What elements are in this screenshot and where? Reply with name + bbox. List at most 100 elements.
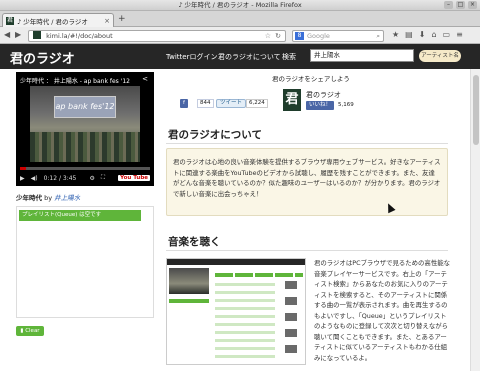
clipboard-icon[interactable]: ▤ xyxy=(405,30,413,39)
tab-label: ♪ 少年時代 / 君のラジオ xyxy=(17,17,88,26)
screenshot-row xyxy=(215,299,275,302)
site-identity-icon[interactable] xyxy=(33,31,41,39)
stage-screen: ap bank fes'12 xyxy=(54,96,116,118)
youtube-logo[interactable]: You Tube xyxy=(118,175,150,181)
playlist-panel: プレイリスト(Queue) は空です xyxy=(16,206,154,318)
about-text: 君のラジオは心地の良い音楽体験を提供するブラウザ専用ウェブサービス。好きなアーテ… xyxy=(173,158,441,198)
facebook-share-button[interactable]: f xyxy=(180,99,188,108)
screenshot-thumb xyxy=(285,297,297,305)
facebook-share-count: 844 xyxy=(197,99,214,108)
screenshot-row xyxy=(215,339,275,342)
back-icon[interactable]: ◀ xyxy=(4,30,10,39)
screenshot-row xyxy=(215,355,275,358)
screenshot-thumb xyxy=(285,345,297,353)
tab-close-icon[interactable]: × xyxy=(104,17,110,25)
play-icon[interactable]: ▶ xyxy=(20,175,25,182)
new-tab-button[interactable]: + xyxy=(118,14,126,24)
screenshot-row xyxy=(215,307,275,310)
search-icon[interactable]: ⌕ xyxy=(376,31,380,41)
search-label: 検索 xyxy=(282,53,296,61)
artist-search-button[interactable]: アーティスト名 xyxy=(419,50,461,62)
search-placeholder: Google xyxy=(307,32,330,40)
fullscreen-icon[interactable]: ⛶ xyxy=(101,174,105,182)
tweet-button[interactable]: ツイート xyxy=(216,99,247,108)
screenshot-row xyxy=(215,315,275,318)
chat-icon[interactable]: ▭ xyxy=(443,30,451,39)
clear-label: Clear xyxy=(25,328,40,334)
time-display: 0:12 / 3:45 xyxy=(43,174,77,182)
video-title[interactable]: 少年時代 ： 井上陽水 - ap bank fes '12 xyxy=(20,76,130,85)
minimize-icon[interactable]: – xyxy=(444,1,453,9)
share-title: 君のラジオをシェアしよう xyxy=(272,75,350,83)
share-icon[interactable]: < xyxy=(142,75,148,83)
screenshot-tabs xyxy=(215,273,303,277)
volume-icon[interactable]: ◀) xyxy=(31,175,38,182)
by-label: by xyxy=(44,194,53,202)
video-player[interactable]: 少年時代 ： 井上陽水 - ap bank fes '12 < ap bank … xyxy=(16,72,154,186)
video-frame[interactable]: ap bank fes'12 xyxy=(30,86,140,162)
app-screenshot-image xyxy=(166,258,306,365)
screenshot-row xyxy=(215,291,275,294)
playlist-queue-button[interactable]: プレイリスト(Queue) は空です xyxy=(19,210,141,221)
artist-link[interactable]: 井上陽水 xyxy=(54,194,80,202)
google-engine-icon[interactable]: 8 xyxy=(295,32,304,40)
site-favicon-icon: 君 xyxy=(6,16,14,25)
player-controls: ▶ ◀) 0:12 / 3:45 ⚙ ⛶ You Tube xyxy=(20,173,150,183)
divider xyxy=(166,250,448,251)
tab-active[interactable]: 君 ♪ 少年時代 / 君のラジオ × xyxy=(2,13,114,27)
downloads-icon[interactable]: ⬇ xyxy=(419,30,426,39)
url-bar[interactable]: kimi.la/#!/doc/about ☆ ↻ xyxy=(28,30,286,42)
artist-search-input[interactable]: 井上陽水 xyxy=(310,49,414,62)
trash-icon: ▮ xyxy=(20,328,24,334)
browser-search-input[interactable]: 8 Google ⌕ xyxy=(292,30,384,42)
screenshot-row xyxy=(215,283,275,286)
site-name-label[interactable]: 君のラジオ xyxy=(306,90,341,100)
site-header: 君のラジオ Twitterログイン 君のラジオについて 検索 井上陽水 アーティ… xyxy=(0,44,480,69)
about-link[interactable]: 君のラジオについて xyxy=(218,52,281,62)
screenshot-row xyxy=(215,347,275,350)
share-box: 君のラジオをシェアしよう f 844 ツイート 6,224 君 君のラジオ いい… xyxy=(164,72,450,114)
screenshot-thumb xyxy=(285,281,297,289)
maximize-icon[interactable]: □ xyxy=(456,1,465,9)
like-button[interactable]: いいね！ xyxy=(306,101,335,110)
about-heading: 君のラジオについて xyxy=(168,129,262,141)
tab-bar: 君 ♪ 少年時代 / 君のラジオ × + xyxy=(0,11,480,27)
screenshot-row xyxy=(215,331,275,334)
settings-icon[interactable]: ⚙ xyxy=(89,175,94,182)
navigation-bar: ◀ ▶ kimi.la/#!/doc/about ☆ ↻ 8 Google ⌕ … xyxy=(0,27,480,44)
screenshot-row xyxy=(215,323,275,326)
home-icon[interactable]: ⌂ xyxy=(431,30,436,39)
about-text-box: 君のラジオは心地の良い音楽体験を提供するブラウザ専用ウェブサービス。好きなアーテ… xyxy=(166,148,448,216)
twitter-login-link[interactable]: Twitterログイン xyxy=(166,52,217,62)
like-count: 5,169 xyxy=(338,102,354,108)
page-scrollbar[interactable] xyxy=(470,69,480,371)
music-text: 君のラジオはPCブラウザで見るための高性能な音楽プレイヤーサービスです。右上の「… xyxy=(314,259,450,362)
bookmark-star-icon[interactable]: ☆ xyxy=(265,31,271,41)
clear-button[interactable]: ▮ Clear xyxy=(16,326,44,336)
crowd-image xyxy=(30,132,140,162)
screenshot-header xyxy=(167,259,305,265)
screenshot-video xyxy=(169,268,209,294)
screenshot-thumb xyxy=(285,329,297,337)
forward-icon[interactable]: ▶ xyxy=(15,30,21,39)
screenshot-queue-bar xyxy=(169,299,209,303)
progress-fill xyxy=(20,167,26,170)
menu-icon[interactable]: ≡ xyxy=(456,30,463,39)
scrollbar-thumb[interactable] xyxy=(473,75,479,145)
close-window-icon[interactable]: × xyxy=(468,1,477,9)
progress-bar[interactable] xyxy=(20,167,150,170)
url-text: kimi.la/#!/doc/about xyxy=(46,32,113,40)
bookmarks-icon[interactable]: ★ xyxy=(392,30,399,39)
window-titlebar: ♪ 少年時代 / 君のラジオ - Mozilla Firefox – □ × xyxy=(0,0,480,11)
reload-icon[interactable]: ↻ xyxy=(275,31,281,41)
now-playing: 少年時代 by 井上陽水 xyxy=(16,192,80,202)
site-logo[interactable]: 君のラジオ xyxy=(10,48,75,67)
tweet-count: 6,224 xyxy=(246,99,268,108)
music-heading: 音楽を聴く xyxy=(168,236,221,248)
window-controls: – □ × xyxy=(444,1,477,9)
divider xyxy=(166,143,448,144)
song-title: 少年時代 xyxy=(16,194,42,202)
site-icon: 君 xyxy=(283,89,301,111)
window-title: ♪ 少年時代 / 君のラジオ - Mozilla Firefox xyxy=(178,1,302,9)
screenshot-thumb xyxy=(285,313,297,321)
